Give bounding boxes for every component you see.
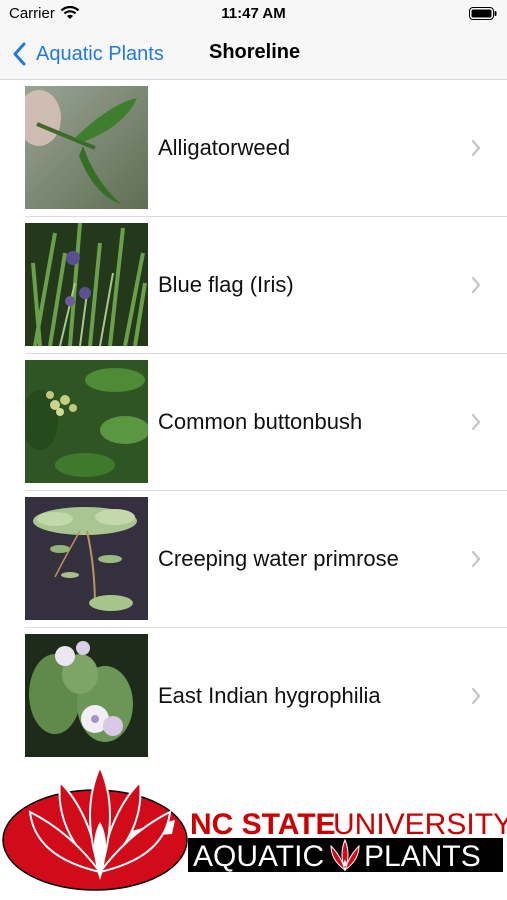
- chevron-right-icon: [471, 139, 481, 157]
- chevron-right-icon: [471, 687, 481, 705]
- chevron-right-icon: [471, 413, 481, 431]
- nc-state-aquatic-plants-logo: NC STATE UNIVERSITY AQUATIC PLANTS: [2, 764, 507, 891]
- blue-flag-iris-photo: [25, 223, 148, 346]
- plant-thumbnail: [25, 634, 148, 757]
- page-title: Shoreline: [209, 41, 301, 63]
- status-bar: Carrier 11:47 AM: [0, 0, 507, 30]
- plant-thumbnail: [25, 223, 148, 346]
- plant-row-creeping-water-primrose[interactable]: Creeping water primrose: [0, 491, 507, 628]
- navigation-bar: Aquatic Plants Shoreline: [0, 30, 507, 80]
- plant-thumbnail: [25, 360, 148, 483]
- chevron-left-icon: [13, 42, 26, 66]
- plant-name: Blue flag (Iris): [158, 272, 294, 297]
- plant-name: East Indian hygrophilia: [158, 683, 381, 708]
- common-buttonbush-photo: [25, 360, 148, 483]
- logo-line2-left: AQUATIC: [193, 840, 324, 873]
- plant-row-alligatorweed[interactable]: Alligatorweed: [0, 80, 507, 217]
- plant-row-blue-flag-iris[interactable]: Blue flag (Iris): [0, 217, 507, 354]
- plant-name: Alligatorweed: [158, 135, 291, 160]
- plant-thumbnail: [25, 497, 148, 620]
- plant-list: Alligatorweed Blue flag (Iris) Common bu…: [0, 80, 507, 765]
- plant-row-east-indian-hygrophilia[interactable]: East Indian hygrophilia: [0, 628, 507, 765]
- battery-icon: [469, 7, 497, 20]
- plant-thumbnail: [25, 86, 148, 209]
- east-indian-hygrophilia-photo: [25, 634, 148, 757]
- creeping-water-primrose-photo: [25, 497, 148, 620]
- logo-line1-light: UNIVERSITY: [333, 808, 507, 841]
- plant-name: Creeping water primrose: [158, 546, 399, 571]
- back-button-label: Aquatic Plants: [36, 42, 164, 65]
- logo-line1-bold: NC STATE: [190, 808, 336, 841]
- alligatorweed-photo: [25, 86, 148, 209]
- plant-name: Common buttonbush: [158, 409, 363, 434]
- plant-row-common-buttonbush[interactable]: Common buttonbush: [0, 354, 507, 491]
- chevron-right-icon: [471, 550, 481, 568]
- logo-line2-right: PLANTS: [364, 840, 481, 873]
- back-button[interactable]: Aquatic Plants: [12, 40, 164, 68]
- status-time: 11:47 AM: [221, 5, 286, 22]
- chevron-right-icon: [471, 276, 481, 294]
